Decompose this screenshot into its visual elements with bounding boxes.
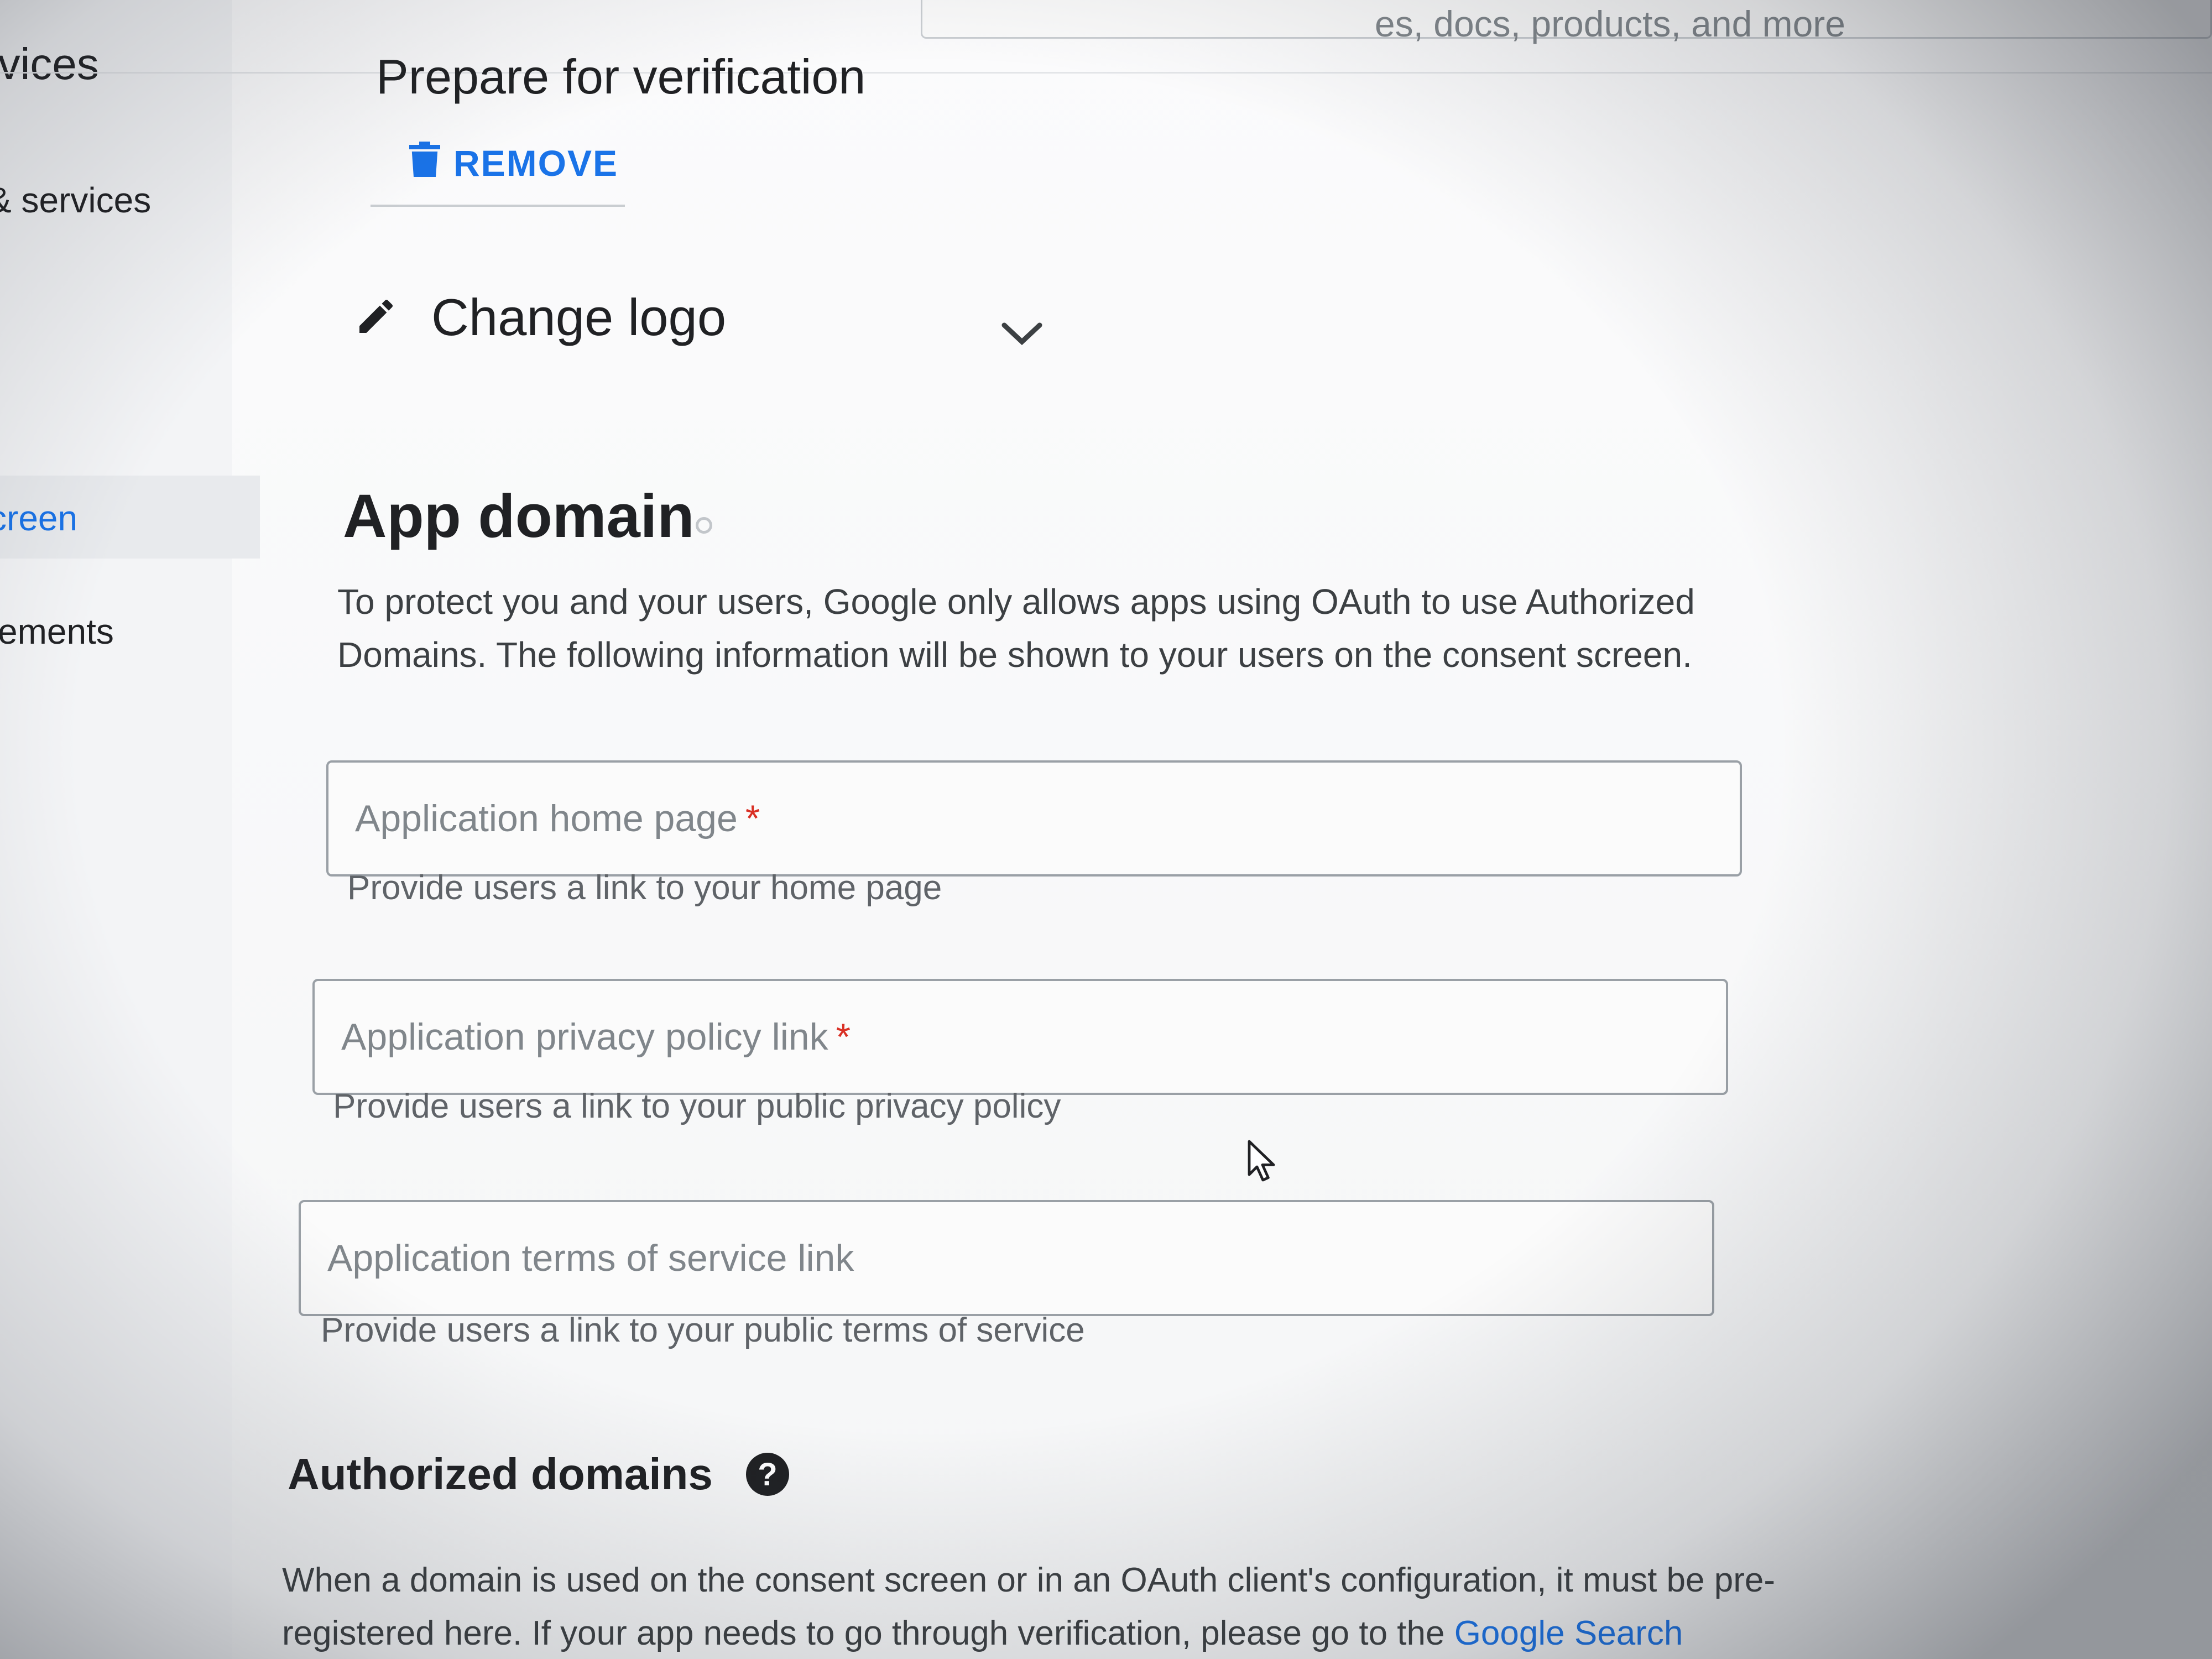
- authorized-domains-heading: Authorized domains ?: [288, 1449, 789, 1500]
- prepare-verification-title: Prepare for verification: [376, 49, 866, 104]
- sidebar-item-agreements[interactable]: ements: [0, 611, 114, 652]
- terms-of-service-hint: Provide users a link to your public term…: [321, 1311, 1085, 1349]
- google-search-link[interactable]: Google Search: [1454, 1614, 1683, 1652]
- remove-label: REMOVE: [453, 143, 619, 184]
- remove-divider: [371, 205, 625, 207]
- remove-logo-button[interactable]: REMOVE: [409, 133, 618, 194]
- mouse-pointer-icon: [1247, 1139, 1278, 1186]
- required-marker: *: [745, 797, 760, 839]
- required-marker: *: [836, 1016, 851, 1058]
- main-content: Prepare for verification REMOVE Change l…: [282, 0, 1947, 1659]
- chevron-down-icon[interactable]: [1001, 321, 1043, 351]
- sidebar-item-services[interactable]: & services: [0, 180, 151, 221]
- change-logo-label: Change logo: [431, 288, 727, 346]
- authorized-domains-description: When a domain is used on the consent scr…: [282, 1561, 1775, 1652]
- privacy-policy-label: Application privacy policy link *: [341, 1016, 851, 1058]
- authorized-domains-title: Authorized domains: [288, 1449, 713, 1499]
- sidebar: rvices & services creen ements: [0, 0, 260, 1659]
- sidebar-title: rvices: [0, 39, 99, 88]
- home-page-label: Application home page *: [355, 797, 760, 839]
- privacy-policy-field[interactable]: Application privacy policy link *: [312, 979, 1728, 1095]
- help-icon[interactable]: [696, 517, 712, 534]
- app-domain-heading: App domain: [343, 482, 695, 550]
- terms-of-service-field[interactable]: Application terms of service link: [299, 1200, 1714, 1316]
- terms-of-service-label: Application terms of service link: [327, 1237, 854, 1279]
- help-icon[interactable]: ?: [745, 1453, 789, 1496]
- privacy-policy-hint: Provide users a link to your public priv…: [333, 1087, 1061, 1125]
- change-logo-button[interactable]: Change logo: [354, 288, 726, 347]
- app-domain-description: To protect you and your users, Google on…: [337, 582, 1695, 675]
- sidebar-item-consent-screen[interactable]: creen: [0, 498, 77, 539]
- trash-icon: [409, 141, 440, 185]
- pencil-icon: [354, 294, 398, 341]
- home-page-field[interactable]: Application home page *: [326, 760, 1742, 877]
- page: rvices & services creen ements es, docs,…: [0, 0, 2212, 1659]
- home-page-hint: Provide users a link to your home page: [347, 869, 942, 907]
